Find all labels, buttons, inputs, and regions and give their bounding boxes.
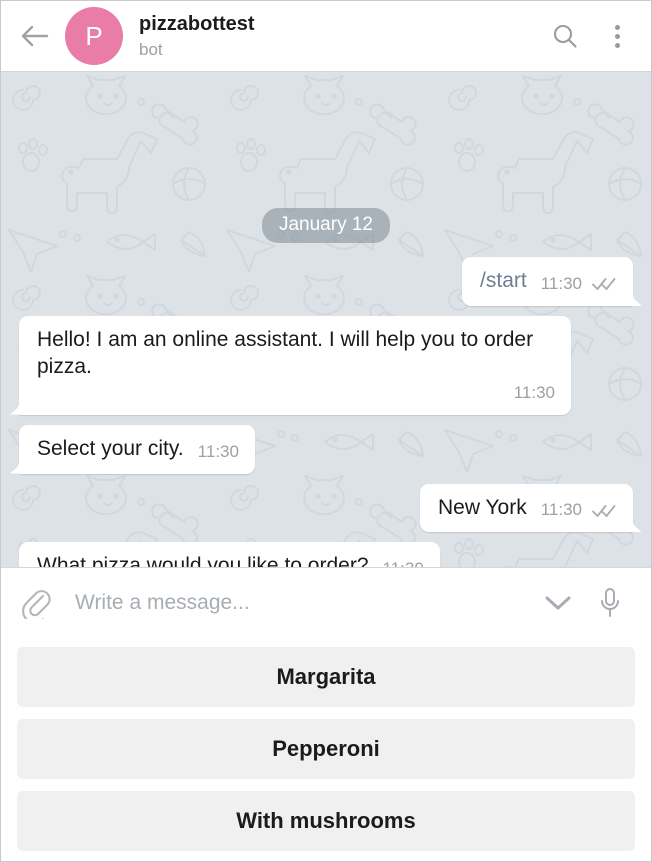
double-check-icon bbox=[592, 278, 616, 291]
microphone-icon bbox=[601, 587, 619, 617]
chat-header: P pizzabottest bot bbox=[1, 1, 651, 72]
keyboard-button-pepperoni[interactable]: Pepperoni bbox=[17, 719, 635, 779]
message-time: 11:30 bbox=[383, 559, 424, 567]
message-text: /start bbox=[480, 269, 527, 292]
message-text: What pizza would you like to order? bbox=[37, 554, 369, 567]
more-menu-button[interactable] bbox=[601, 20, 633, 52]
message-meta: 11:30 bbox=[541, 274, 617, 295]
collapse-keyboard-button[interactable] bbox=[539, 584, 577, 622]
message-row: Select your city. 11:30 bbox=[1, 424, 651, 474]
message-text: Hello! I am an online assistant. I will … bbox=[37, 327, 534, 378]
keyboard-button-with-mushrooms[interactable]: With mushrooms bbox=[17, 791, 635, 851]
message-bubble-outgoing[interactable]: New York 11:30 bbox=[420, 483, 633, 533]
message-time: 11:30 bbox=[513, 382, 555, 402]
more-vertical-icon bbox=[614, 24, 620, 48]
date-separator: January 12 bbox=[261, 208, 390, 243]
keyboard-button-margarita[interactable]: Margarita bbox=[17, 647, 635, 707]
chevron-down-icon bbox=[545, 596, 571, 609]
message-bubble-outgoing[interactable]: /start 11:30 bbox=[462, 257, 633, 306]
message-text: New York bbox=[438, 495, 527, 519]
back-arrow-icon bbox=[21, 25, 49, 47]
message-row: /start 11:30 bbox=[1, 257, 651, 306]
chat-subtitle: bot bbox=[139, 39, 163, 59]
header-actions bbox=[549, 20, 633, 52]
message-meta: 11:30 bbox=[541, 500, 617, 521]
back-button[interactable] bbox=[15, 16, 55, 56]
message-composer bbox=[1, 567, 651, 637]
search-button[interactable] bbox=[549, 20, 581, 52]
message-row: Hello! I am an online assistant. I will … bbox=[1, 315, 651, 415]
message-bubble-incoming[interactable]: What pizza would you like to order? 11:3… bbox=[19, 542, 440, 567]
message-bubble-incoming[interactable]: Hello! I am an online assistant. I will … bbox=[19, 315, 571, 415]
message-list: January 12 /start 11:30 Hello! I am an o… bbox=[1, 72, 651, 567]
avatar[interactable]: P bbox=[65, 7, 123, 65]
message-time: 11:30 bbox=[540, 273, 582, 293]
paperclip-icon bbox=[22, 589, 51, 619]
message-row: New York 11:30 bbox=[1, 483, 651, 533]
voice-record-button[interactable] bbox=[591, 584, 629, 622]
message-bubble-incoming[interactable]: Select your city. 11:30 bbox=[19, 424, 255, 474]
reply-keyboard: Margarita Pepperoni With mushrooms bbox=[1, 637, 651, 861]
message-meta: 11:30 bbox=[514, 383, 555, 404]
chat-title: pizzabottest bbox=[139, 13, 255, 36]
date-separator-row: January 12 bbox=[1, 208, 651, 243]
message-row: What pizza would you like to order? 11:3… bbox=[1, 542, 651, 567]
chat-title-block[interactable]: pizzabottest bot bbox=[139, 12, 549, 60]
avatar-letter: P bbox=[85, 20, 103, 51]
message-text: Select your city. bbox=[37, 436, 184, 460]
message-input[interactable] bbox=[69, 590, 525, 615]
double-check-icon bbox=[592, 504, 616, 517]
message-time: 11:30 bbox=[197, 441, 239, 461]
message-meta: 11:30 bbox=[383, 559, 424, 567]
message-meta: 11:30 bbox=[198, 442, 239, 463]
attach-button[interactable] bbox=[17, 584, 55, 622]
chat-area: January 12 /start 11:30 Hello! I am an o… bbox=[1, 72, 651, 567]
search-icon bbox=[553, 24, 577, 48]
telegram-chat-window: P pizzabottest bot January 12 /start 11:… bbox=[0, 0, 652, 862]
message-time: 11:30 bbox=[540, 500, 582, 520]
